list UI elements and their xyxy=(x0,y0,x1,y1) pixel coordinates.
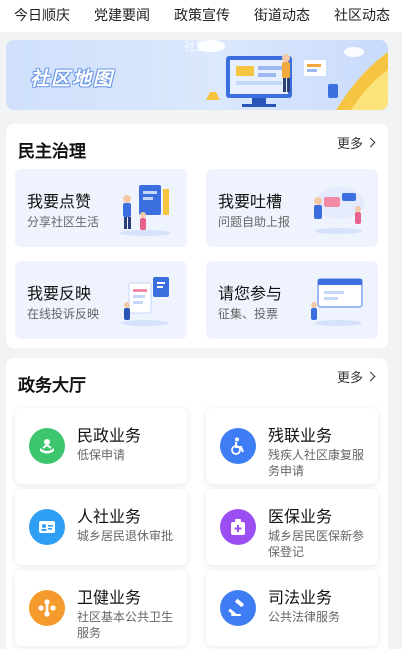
service-health[interactable]: 卫健业务 社区基本公共卫生服务 xyxy=(15,570,187,646)
services-more-link[interactable]: 更多 xyxy=(336,367,376,386)
health-icon xyxy=(29,590,65,626)
tab-today-shunqing[interactable]: 今日顺庆 xyxy=(14,6,70,26)
banner-illustration xyxy=(197,40,388,110)
more-label: 更多 xyxy=(336,371,363,386)
chevron-right-icon xyxy=(365,371,376,382)
chat-bubble-illustration-icon xyxy=(314,187,364,234)
service-title: 医保业务 xyxy=(268,507,333,526)
tab-policy[interactable]: 政策宣传 xyxy=(174,6,230,26)
tile-participate-title: 请您参与 xyxy=(218,284,283,303)
chevron-right-icon xyxy=(365,137,376,148)
section-title-democracy: 民主治理 xyxy=(18,142,86,162)
service-sub: 残疾人社区康复服务申请 xyxy=(268,448,365,478)
civil-affairs-icon xyxy=(29,428,65,464)
vote-board-illustration-icon xyxy=(311,278,363,326)
tile-report[interactable]: 我要反映 在线投诉反映 xyxy=(15,261,187,339)
gavel-icon xyxy=(220,590,256,626)
top-nav-tabs: 今日顺庆 党建要闻 政策宣传 街道动态 社区动态 xyxy=(0,0,402,32)
tile-complain-sub: 问题自助上报 xyxy=(218,215,291,229)
service-sub: 公共法律服务 xyxy=(268,610,341,624)
service-judicial[interactable]: 司法业务 公共法律服务 xyxy=(206,570,378,646)
wheelchair-icon xyxy=(220,428,256,464)
thumbs-up-illustration-icon xyxy=(119,185,171,236)
service-human-resources[interactable]: 人社业务 城乡居民退休审批 xyxy=(15,489,187,565)
tile-participate-sub: 征集、投票 xyxy=(218,307,279,321)
service-medical-insurance[interactable]: 医保业务 城乡居民医保新参保登记 xyxy=(206,489,378,565)
community-map-banner[interactable]: 社区 社区地图 xyxy=(6,40,388,110)
service-sub: 城乡居民医保新参保登记 xyxy=(268,529,365,559)
tile-complain-title: 我要吐槽 xyxy=(218,192,283,211)
service-sub: 城乡居民退休审批 xyxy=(77,529,174,543)
service-civil-affairs[interactable]: 民政业务 低保申请 xyxy=(15,408,187,484)
banner-title: 社区地图 xyxy=(30,68,115,90)
service-sub: 低保申请 xyxy=(77,448,126,462)
services-section: 政务大厅 更多 民政业务 低保申请 残联业务 残疾人社区康复服务申请 人社业务 … xyxy=(6,358,388,649)
service-title: 司法业务 xyxy=(268,588,333,607)
service-disability[interactable]: 残联业务 残疾人社区康复服务申请 xyxy=(206,408,378,484)
more-label: 更多 xyxy=(336,137,363,152)
tab-community-news[interactable]: 社区动态 xyxy=(334,6,390,26)
tile-like-title: 我要点赞 xyxy=(27,192,92,211)
democracy-section: 民主治理 更多 我要点赞 分享社区生活 我要吐槽 问题自助上报 我要反映 在线投… xyxy=(6,124,388,348)
tile-like[interactable]: 我要点赞 分享社区生活 xyxy=(15,169,187,247)
tile-report-title: 我要反映 xyxy=(27,284,92,303)
democracy-more-link[interactable]: 更多 xyxy=(336,133,376,152)
tile-like-sub: 分享社区生活 xyxy=(27,215,100,229)
feedback-illustration-icon xyxy=(121,277,169,326)
service-title: 残联业务 xyxy=(268,426,333,445)
id-card-icon xyxy=(29,509,65,545)
tab-street-news[interactable]: 街道动态 xyxy=(254,6,310,26)
service-title: 民政业务 xyxy=(77,426,142,445)
medical-kit-icon xyxy=(220,509,256,545)
tab-party-news[interactable]: 党建要闻 xyxy=(94,6,150,26)
tile-participate[interactable]: 请您参与 征集、投票 xyxy=(206,261,378,339)
tile-complain[interactable]: 我要吐槽 问题自助上报 xyxy=(206,169,378,247)
service-title: 卫健业务 xyxy=(77,588,142,607)
service-sub: 社区基本公共卫生服务 xyxy=(77,610,174,640)
service-title: 人社业务 xyxy=(77,507,142,526)
tile-report-sub: 在线投诉反映 xyxy=(27,307,100,321)
section-title-services: 政务大厅 xyxy=(18,376,86,396)
